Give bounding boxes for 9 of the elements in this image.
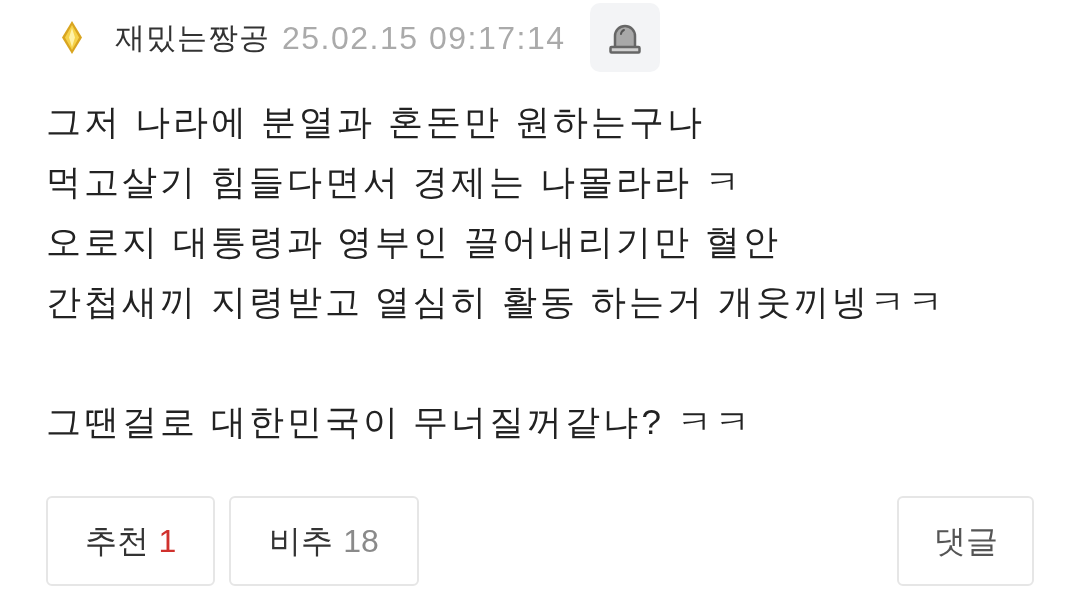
- post-timestamp: 25.02.15 09:17:14: [282, 18, 566, 58]
- comment-text: 그땐걸로 대한민국이 무너질꺼같냐? ㅋㅋ: [46, 401, 753, 443]
- author-name: 재밌는짱공: [115, 20, 270, 56]
- comment-text: 그저 나라에 분열과 혼돈만 원하는구나 먹고살기 힘들다면서 경제는 나몰라라 ㅋ 오로지 대통령과 영부인 끌어내리기만 혈안 간첩새끼 지령받고 열심히 활동 하는거 개웃끼넹ㅋㅋ: [46, 101, 946, 323]
- gem-icon: [62, 21, 82, 54]
- comment-button[interactable]: 댓글: [897, 496, 1034, 586]
- not-recommend-button[interactable]: 비추 18: [229, 496, 419, 586]
- recommend-button[interactable]: 추천 1: [46, 496, 215, 586]
- report-button[interactable]: [589, 3, 660, 72]
